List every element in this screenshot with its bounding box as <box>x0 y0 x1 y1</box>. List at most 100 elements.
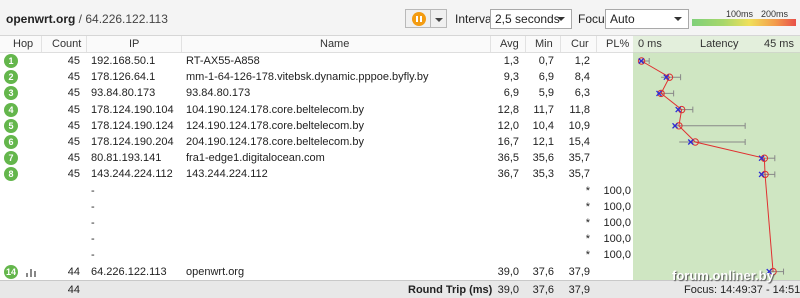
cell-avg: 6,9 <box>503 87 519 100</box>
watermark: forum.onliner.by <box>672 268 774 283</box>
cell-avg: 36,5 <box>497 152 519 165</box>
latency-avg-line <box>641 60 774 272</box>
footer-avg: 39,0 <box>497 284 519 296</box>
cell-count: 45 <box>67 136 80 148</box>
cell-count: 45 <box>67 71 80 84</box>
cell-ip: 64.226.122.113 <box>91 265 167 278</box>
title-separator: / <box>75 12 86 26</box>
pause-button[interactable] <box>405 9 431 28</box>
cell-cur: 6,3 <box>574 87 590 100</box>
cell-min: 6,9 <box>538 71 554 84</box>
table-row[interactable]: - * 100,0 <box>0 247 633 263</box>
cell-min: 0,7 <box>538 55 554 67</box>
cell-cur: 35,7 <box>568 152 590 165</box>
cell-min: 35,3 <box>532 168 554 181</box>
hop-status-dot: 3 <box>4 86 18 101</box>
cell-min: 10,4 <box>532 119 554 132</box>
cell-avg: 9,3 <box>503 71 519 84</box>
table-row[interactable]: - * 100,0 <box>0 199 633 215</box>
cell-name: 204.190.124.178.core.beltelecom.by <box>186 136 364 148</box>
cell-cur: * <box>585 200 590 213</box>
col-hop[interactable]: Hop <box>13 38 33 50</box>
latency-header[interactable]: 0 ms Latency 45 ms <box>633 36 800 53</box>
cell-cur: * <box>585 217 590 229</box>
cell-name: RT-AX55-A858 <box>186 55 260 67</box>
focus-time-range: Focus: 14:49:37 - 14:51:29 <box>684 284 800 296</box>
col-min[interactable]: Min <box>535 38 553 50</box>
cell-cur: 35,7 <box>568 168 590 181</box>
cell-avg: 12,0 <box>497 119 519 132</box>
hop-status-dot: 14 <box>4 264 18 279</box>
cell-ip: - <box>91 200 95 213</box>
pause-dropdown-button[interactable] <box>431 9 447 28</box>
col-count[interactable]: Count <box>52 38 81 50</box>
table-row[interactable]: - * 100,0 <box>0 183 633 199</box>
target-ip: 64.226.122.113 <box>85 12 168 26</box>
cell-ip: 192.168.50.1 <box>91 55 156 67</box>
cell-name: openwrt.org <box>186 265 245 278</box>
interval-select[interactable]: 2,5 seconds <box>490 9 572 29</box>
table-row[interactable]: 7 45 80.81.193.141 fra1-edge1.digitalocean.… <box>0 150 633 166</box>
cell-cur: * <box>585 184 590 197</box>
hop-status-dot: 5 <box>4 118 18 133</box>
cell-min: 12,1 <box>532 136 554 148</box>
cell-ip: - <box>91 233 95 246</box>
table-row[interactable]: - * 100,0 <box>0 231 633 247</box>
table-row[interactable]: 8 45 143.244.224.112 143.244.224.112 36,7 35,… <box>0 166 633 182</box>
cell-ip: - <box>91 184 95 197</box>
cell-cur: 10,9 <box>568 119 590 132</box>
cell-count: 45 <box>67 119 80 132</box>
table-row[interactable]: - * 100,0 <box>0 215 633 231</box>
cell-cur: 15,4 <box>568 136 590 148</box>
hop-status-dot: 1 <box>4 54 18 68</box>
cell-avg: 36,7 <box>497 168 519 181</box>
latency-color-scale <box>692 19 796 26</box>
chevron-down-icon <box>674 17 682 21</box>
cell-count: 45 <box>67 152 80 165</box>
cell-cur: * <box>585 249 590 262</box>
footer-count: 44 <box>67 284 80 296</box>
cell-name: 143.244.224.112 <box>186 168 268 181</box>
cell-ip: 93.84.80.173 <box>91 87 156 100</box>
table-row[interactable]: 1 45 192.168.50.1 RT-AX55-A858 1,3 0,7 1,2 <box>0 53 633 69</box>
latency-title: Latency <box>700 38 739 50</box>
target-host: openwrt.org <box>6 12 76 26</box>
pause-icon <box>412 12 426 26</box>
cell-min: 35,6 <box>532 152 554 165</box>
col-pl[interactable]: PL% <box>606 38 629 50</box>
table-row[interactable]: 5 45 178.124.190.124 124.190.124.178.core.b… <box>0 118 633 134</box>
table-row[interactable]: 3 45 93.84.80.173 93.84.80.173 6,9 5,9 6,3 <box>0 85 633 101</box>
cell-cur: * <box>585 233 590 246</box>
col-avg[interactable]: Avg <box>500 38 519 50</box>
cell-pl: 100,0 <box>603 184 631 197</box>
latency-min-label: 0 ms <box>638 38 662 50</box>
cell-name: mm-1-64-126-178.vitebsk.dynamic.pppoe.by… <box>186 71 429 84</box>
cell-ip: - <box>91 217 95 229</box>
focus-select[interactable]: Auto <box>605 9 689 29</box>
interval-label: Interval <box>455 12 495 26</box>
table-row[interactable]: 4 45 178.124.190.104 104.190.124.178.core.b… <box>0 102 633 118</box>
table-row[interactable]: 6 45 178.124.190.204 204.190.124.178.core.b… <box>0 134 633 150</box>
round-trip-label: Round Trip (ms) <box>408 284 493 296</box>
col-ip[interactable]: IP <box>129 38 139 50</box>
cell-ip: - <box>91 249 95 262</box>
table-row[interactable]: 2 45 178.126.64.1 mm-1-64-126-178.vitebsk.d… <box>0 69 633 85</box>
interval-value: 2,5 seconds <box>495 12 560 26</box>
table-header: Hop Count IP Name Avg Min Cur PL% <box>0 36 633 53</box>
hop-status-dot: 7 <box>4 151 18 166</box>
cell-min: 11,7 <box>533 103 554 116</box>
cell-count: 45 <box>67 55 80 67</box>
cell-ip: 178.124.190.204 <box>91 136 174 148</box>
table-row[interactable]: 14 44 64.226.122.113 openwrt.org 39,0 37,6 37,… <box>0 264 633 280</box>
cell-avg: 1,3 <box>503 55 519 67</box>
col-cur[interactable]: Cur <box>571 38 589 50</box>
cell-count: 45 <box>67 87 80 100</box>
cell-avg: 16,7 <box>497 136 519 148</box>
latency-graph <box>637 57 785 276</box>
col-name[interactable]: Name <box>320 38 349 50</box>
focus-value: Auto <box>610 12 635 26</box>
cell-cur: 1,2 <box>574 55 590 67</box>
bar-chart-icon <box>26 267 38 277</box>
cell-cur: 37,9 <box>568 265 590 278</box>
cell-count: 45 <box>67 103 80 116</box>
